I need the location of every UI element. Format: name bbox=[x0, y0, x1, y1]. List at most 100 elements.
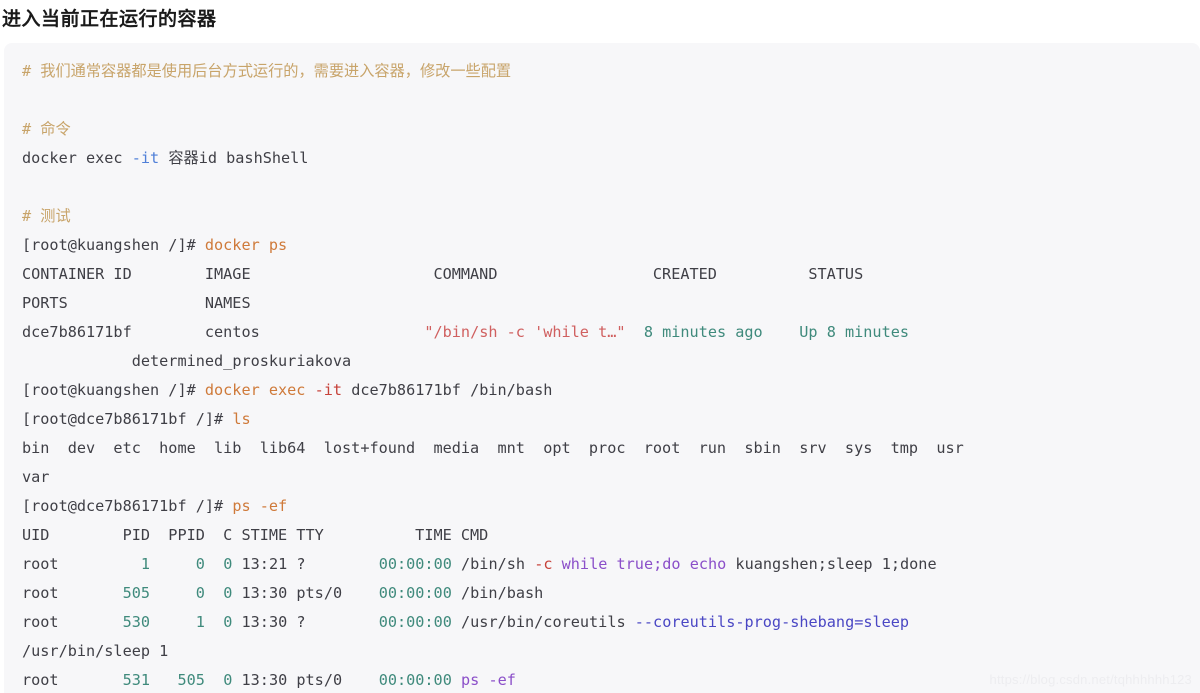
code-line-comment-command: # 命令 bbox=[22, 115, 1200, 144]
comment-text: # 我们通常容器都是使用后台方式运行的，需要进入容器，修改一些配置 bbox=[22, 62, 512, 80]
row-image: centos bbox=[204, 323, 260, 341]
ps-row-cmd-path: /bin/sh bbox=[461, 555, 526, 573]
exec-it-flag: -it bbox=[314, 381, 343, 399]
comment-text: # 命令 bbox=[22, 120, 71, 138]
row-command: "/bin/sh -c 'while t…" bbox=[424, 323, 626, 341]
code-line-prompt-docker-exec: [root@kuangshen /]# docker exec -it dce7… bbox=[22, 376, 1200, 405]
watermark: https://blog.csdn.net/tqhhhhhh123 bbox=[989, 672, 1192, 687]
docker-exec-keyword: docker exec bbox=[22, 149, 123, 167]
ps-row-pid: 531 bbox=[122, 671, 151, 689]
docker-exec-command: docker exec bbox=[204, 381, 306, 399]
ps-row-pid: 530 bbox=[122, 613, 151, 631]
code-line-ps-ef-row-2: root 530 1 0 13:30 ? 00:00:00 /usr/bin/c… bbox=[22, 608, 1200, 637]
shell-prompt-container: [root@dce7b86171bf /]# bbox=[22, 410, 233, 428]
docker-exec-args: 容器id bashShell bbox=[168, 149, 309, 167]
ps-command: ps bbox=[232, 497, 251, 515]
code-block[interactable]: # 我们通常容器都是使用后台方式运行的，需要进入容器，修改一些配置 # 命令 do… bbox=[4, 43, 1200, 693]
ps-row-cmd-flag: -ef bbox=[488, 671, 516, 689]
ls-output-line-2: var bbox=[22, 468, 50, 486]
exec-args: dce7b86171bf /bin/bash bbox=[351, 381, 553, 399]
code-line-comment-intro: # 我们通常容器都是使用后台方式运行的，需要进入容器，修改一些配置 bbox=[22, 57, 1200, 86]
ps-row-c: 0 bbox=[223, 584, 233, 602]
ls-command: ls bbox=[232, 410, 251, 428]
code-line-prompt-docker-ps: [root@kuangshen /]# docker ps bbox=[22, 231, 1200, 260]
code-line-ps-row: dce7b86171bf centos "/bin/sh -c 'while t… bbox=[22, 318, 1200, 347]
code-line-docker-exec-syntax: docker exec -it 容器id bashShell bbox=[22, 144, 1200, 173]
code-line-prompt-ls: [root@dce7b86171bf /]# ls bbox=[22, 405, 1200, 434]
ps-row-pid: 505 bbox=[122, 584, 151, 602]
ps-row-time: 00:00:00 bbox=[378, 555, 452, 573]
row-container-id: dce7b86171bf bbox=[22, 323, 132, 341]
code-line-ps-ef-row-1: root 505 0 0 13:30 pts/0 00:00:00 /bin/b… bbox=[22, 579, 1200, 608]
page-title: 进入当前正在运行的容器 bbox=[2, 9, 217, 30]
ps-row-stime: 13:21 bbox=[241, 555, 288, 573]
it-flag: -it bbox=[131, 149, 160, 167]
ps-row-ppid: 0 bbox=[195, 584, 205, 602]
ps-header-row: UID PID PPID C STIME TTY TIME CMD bbox=[22, 526, 489, 544]
code-line-blank-1 bbox=[22, 86, 1200, 115]
code-line-ps-ef-row-0: root 1 0 0 13:21 ? 00:00:00 /bin/sh -c w… bbox=[22, 550, 1200, 579]
ps-row-tty: ? bbox=[296, 555, 306, 573]
ps-row-cmd-rest: kuangshen;sleep 1;done bbox=[735, 555, 937, 573]
ps-row-c: 0 bbox=[223, 555, 233, 573]
code-line-comment-test: # 测试 bbox=[22, 202, 1200, 231]
docker-ps-command: docker ps bbox=[204, 236, 288, 254]
ps-row-c: 0 bbox=[223, 671, 233, 689]
code-line-blank-2 bbox=[22, 173, 1200, 202]
row-names: determined_proskuriakova bbox=[131, 352, 352, 370]
docker-ps-header-row-1: CONTAINER ID IMAGE COMMAND CREATED STATU… bbox=[22, 265, 864, 283]
shell-prompt-container: [root@dce7b86171bf /]# bbox=[22, 497, 233, 515]
ps-row-cmd-flag: -c bbox=[534, 555, 553, 573]
ps-row-time: 00:00:00 bbox=[378, 613, 452, 631]
ps-row-cmd-path: /usr/bin/coreutils bbox=[461, 613, 626, 631]
page-root: 进入当前正在运行的容器 # 我们通常容器都是使用后台方式运行的，需要进入容器，修… bbox=[0, 0, 1200, 693]
ps-row-uid: root bbox=[22, 584, 59, 602]
ps-row-uid: root bbox=[22, 671, 59, 689]
ps-row-ppid: 1 bbox=[195, 613, 205, 631]
code-line-ps-headers-1: CONTAINER ID IMAGE COMMAND CREATED STATU… bbox=[22, 260, 1200, 289]
ps-row-c: 0 bbox=[223, 613, 233, 631]
ps-row-tty: ? bbox=[296, 613, 306, 631]
code-line-ls-output-2: var bbox=[22, 463, 1200, 492]
row-status: Up 8 minutes bbox=[799, 323, 910, 341]
ps-row-cmd-path: /bin/bash bbox=[461, 584, 544, 602]
ps-row-stime: 13:30 bbox=[241, 671, 288, 689]
shell-prompt-host: [root@kuangshen /]# bbox=[22, 236, 205, 254]
ps-row-cmd-flag: --coreutils-prog-shebang=sleep bbox=[634, 613, 910, 631]
ps-row-ppid: 0 bbox=[195, 555, 205, 573]
code-line-prompt-ps-ef: [root@dce7b86171bf /]# ps -ef bbox=[22, 492, 1200, 521]
code-content: # 我们通常容器都是使用后台方式运行的，需要进入容器，修改一些配置 # 命令 do… bbox=[22, 57, 1200, 693]
shell-prompt-host: [root@kuangshen /]# bbox=[22, 381, 205, 399]
ps-row-stime: 13:30 bbox=[241, 613, 288, 631]
